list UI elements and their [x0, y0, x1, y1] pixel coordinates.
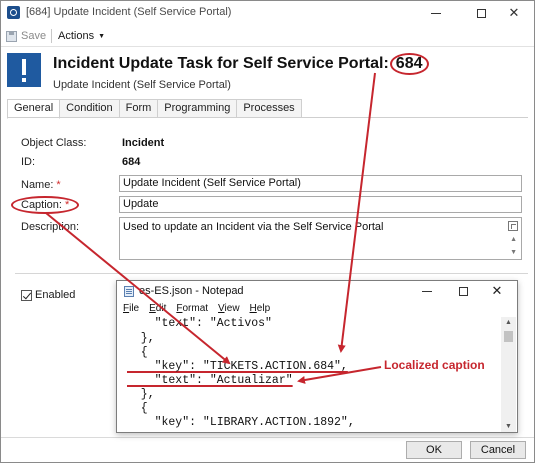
close-icon: ✕: [508, 5, 520, 20]
name-label: Name: *: [21, 179, 61, 191]
code-line: "key": "LIBRARY.ACTION.1892",: [127, 416, 355, 429]
notepad-titlebar[interactable]: es-ES.json - Notepad ✕: [117, 281, 517, 301]
scroll-up-icon[interactable]: ▲: [510, 236, 517, 243]
notepad-window: es-ES.json - Notepad ✕ File Edit Format …: [116, 280, 518, 433]
scroll-up-icon[interactable]: ▲: [501, 319, 516, 326]
tab-general[interactable]: General: [7, 99, 61, 119]
caption-highlight-ring: [11, 196, 79, 214]
ok-button[interactable]: OK: [406, 441, 462, 459]
minimize-button[interactable]: [416, 1, 456, 25]
notepad-editor[interactable]: "text": "Activos" }, { "key": "TICKETS.A…: [119, 317, 501, 431]
code-line: "text": "Activos": [127, 317, 272, 330]
caption-input[interactable]: Update: [119, 196, 522, 213]
name-input[interactable]: Update Incident (Self Service Portal): [119, 175, 522, 192]
toolbar: Save Actions ▼: [1, 25, 534, 47]
window-title: [684] Update Incident (Self Service Port…: [26, 6, 232, 18]
localized-caption-annotation: Localized caption: [384, 358, 485, 372]
minimize-icon: [422, 291, 432, 293]
notepad-close-button[interactable]: ✕: [479, 281, 515, 301]
tab-form[interactable]: Form: [119, 99, 159, 118]
tab-processes[interactable]: Processes: [237, 99, 302, 118]
page-title: Incident Update Task for Self Service Po…: [53, 53, 429, 75]
footer-divider: [1, 437, 534, 438]
save-label: Save: [21, 30, 47, 42]
actions-menu-button[interactable]: Actions ▼: [58, 28, 105, 44]
notepad-title: es-ES.json - Notepad: [139, 285, 244, 297]
tab-condition[interactable]: Condition: [60, 99, 120, 118]
save-button[interactable]: Save: [6, 28, 46, 44]
close-button[interactable]: ✕: [494, 1, 534, 25]
notepad-maximize-button[interactable]: [445, 281, 481, 301]
description-textarea[interactable]: Used to update an Incident via the Self …: [119, 217, 522, 260]
menu-help[interactable]: Help: [250, 301, 271, 317]
enabled-label: Enabled: [35, 289, 76, 301]
notepad-scrollbar[interactable]: ▲ ▼: [501, 317, 516, 432]
object-class-label: Object Class:: [21, 137, 87, 149]
section-divider: [15, 273, 528, 274]
tab-strip: General Condition Form Programming Proce…: [7, 99, 302, 119]
menu-file[interactable]: File: [123, 301, 139, 317]
enabled-checkbox[interactable]: Enabled: [21, 289, 75, 301]
cancel-button[interactable]: Cancel: [470, 441, 526, 459]
menu-format[interactable]: Format: [176, 301, 208, 317]
code-line: {: [127, 346, 148, 359]
description-label: Description:: [21, 221, 80, 233]
scroll-thumb[interactable]: [504, 331, 513, 342]
menu-edit[interactable]: Edit: [149, 301, 166, 317]
toolbar-separator: [51, 29, 52, 43]
checkmark-icon: [21, 289, 32, 301]
maximize-icon: [476, 9, 486, 19]
page-title-id: 684: [389, 53, 429, 75]
page-title-text: Incident Update Task for Self Service Po…: [53, 55, 389, 72]
menu-view[interactable]: View: [218, 301, 240, 317]
code-line: {: [127, 402, 148, 415]
caret-down-icon: ▼: [98, 32, 106, 40]
tab-programming[interactable]: Programming: [158, 99, 238, 118]
maximize-icon: [458, 287, 468, 297]
id-label: ID:: [21, 156, 36, 168]
description-text: Used to update an Incident via the Self …: [123, 221, 384, 233]
name-label-text: Name:: [21, 179, 54, 191]
object-class-value: Incident: [122, 137, 165, 149]
code-line-text-highlight: "text": "Actualizar": [127, 374, 293, 387]
notepad-menubar: File Edit Format View Help: [117, 301, 517, 317]
notepad-icon: [124, 286, 134, 297]
incident-task-window: [684] Update Incident (Self Service Port…: [0, 0, 535, 463]
minimize-icon: [431, 13, 441, 15]
window-titlebar[interactable]: [684] Update Incident (Self Service Port…: [1, 1, 534, 25]
code-line: },: [127, 332, 155, 345]
close-icon: ✕: [491, 283, 503, 298]
save-disk-icon: [6, 30, 17, 42]
app-gear-icon: [7, 6, 20, 19]
id-value: 684: [122, 156, 141, 168]
actions-label: Actions: [58, 30, 95, 42]
tab-panel-border: [7, 117, 528, 118]
scroll-down-icon[interactable]: ▼: [510, 249, 517, 256]
name-required-mark: *: [56, 179, 61, 191]
code-line: },: [127, 388, 155, 401]
page-subtitle: Update Incident (Self Service Portal): [53, 79, 231, 91]
info-exclamation-icon: [7, 53, 41, 87]
expand-icon[interactable]: [508, 221, 518, 231]
scroll-down-icon[interactable]: ▼: [501, 423, 516, 430]
code-line-key-highlight: "key": "TICKETS.ACTION.684",: [127, 360, 348, 373]
notepad-minimize-button[interactable]: [409, 281, 445, 301]
